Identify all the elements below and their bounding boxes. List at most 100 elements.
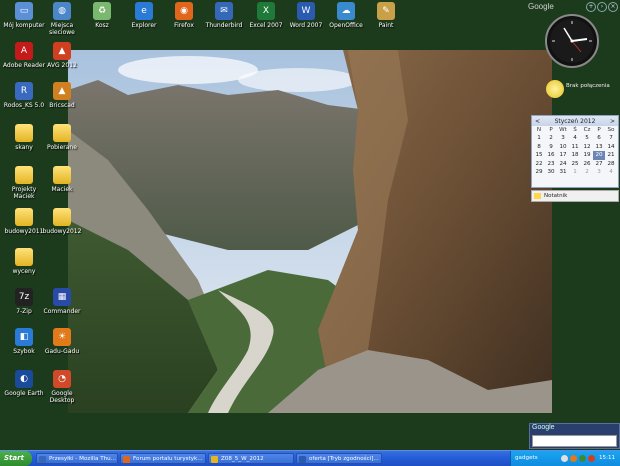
tray-gadu-icon[interactable] <box>570 455 577 462</box>
calendar-day[interactable]: 8 <box>533 143 545 151</box>
word-icon: W <box>297 2 315 20</box>
calendar-day[interactable]: 19 <box>581 151 593 159</box>
notes-label: Notatnik <box>544 193 568 199</box>
calendar-day[interactable]: 11 <box>569 143 581 151</box>
calendar-day[interactable]: 1 <box>569 168 581 176</box>
calendar-day[interactable]: 3 <box>557 134 569 142</box>
calendar-day[interactable]: 6 <box>593 134 605 142</box>
taskbar-window-button[interactable]: Forum portalu turystyk... <box>120 453 206 464</box>
desktop-icon-kosz[interactable]: ♻ Kosz <box>80 2 124 40</box>
calendar-day[interactable]: 20 <box>593 151 605 160</box>
desktop-icon-openoffice[interactable]: ☁ OpenOffice <box>324 2 368 40</box>
calendar-day[interactable]: 7 <box>605 134 617 142</box>
calendar-day[interactable]: 18 <box>569 151 581 159</box>
taskbar-window-label: Z08_5_W_2012 <box>221 456 264 462</box>
calendar-day[interactable]: 31 <box>557 168 569 176</box>
folder-icon <box>15 124 33 142</box>
desktop-icon-gadu-gadu[interactable]: ☀ Gadu-Gadu <box>40 328 84 366</box>
sidebar-nav-icon[interactable]: › <box>597 2 607 12</box>
taskbar-window-button[interactable]: Z08_5_W_2012 <box>208 453 294 464</box>
calendar-day[interactable]: 9 <box>545 143 557 151</box>
calendar-next-button[interactable]: > <box>610 118 615 125</box>
folder-icon <box>15 166 33 184</box>
kosz-icon: ♻ <box>93 2 111 20</box>
calendar-day[interactable]: 26 <box>581 160 593 168</box>
taskbar-window-button[interactable]: Przesyłki - Mozilla Thu... <box>36 453 118 464</box>
start-button[interactable]: Start <box>0 451 32 466</box>
desktop-icon-word[interactable]: W Word 2007 <box>284 2 328 40</box>
desktop-icon-excel[interactable]: X Excel 2007 <box>244 2 288 40</box>
desktop-icon-paint[interactable]: ✎ Paint <box>364 2 408 40</box>
openoffice-icon: ☁ <box>337 2 355 20</box>
google-desktop-icon: ◔ <box>53 370 71 388</box>
calendar-day[interactable]: 22 <box>533 160 545 168</box>
calendar-day[interactable]: 14 <box>605 143 617 151</box>
calendar-day[interactable]: 1 <box>533 134 545 142</box>
desktop-icon-bricscad[interactable]: ▲ Bricscad <box>40 82 84 120</box>
taskbar-window-button[interactable]: oferta [Tryb zgodności]... <box>296 453 382 464</box>
calendar-month-title: Styczeń 2012 <box>554 117 596 125</box>
calendar-day-name: So <box>607 127 615 133</box>
calendar-prev-button[interactable]: < <box>535 118 540 125</box>
desktop-icon-label: Maciek <box>51 186 73 193</box>
avg-icon: ▲ <box>53 42 71 60</box>
folder-icon <box>53 124 71 142</box>
desktop-icon-budowy2012[interactable]: budowy2012 <box>40 208 84 246</box>
calendar-day[interactable]: 12 <box>581 143 593 151</box>
calendar-day[interactable]: 23 <box>545 160 557 168</box>
calendar-day[interactable]: 3 <box>593 168 605 176</box>
desktop-icon-pobierane[interactable]: Pobierane <box>40 124 84 162</box>
sidebar-add-icon[interactable]: + <box>586 2 596 12</box>
calendar-day[interactable]: 4 <box>569 134 581 142</box>
sun-icon <box>546 80 564 98</box>
desktop-icon-maciek[interactable]: Maciek <box>40 166 84 204</box>
desktop-icon-wycena[interactable]: wyceny <box>2 248 46 286</box>
calendar-day[interactable]: 27 <box>593 160 605 168</box>
weather-gadget[interactable]: Brak połączenia <box>546 78 620 98</box>
calendar-day[interactable]: 5 <box>581 134 593 142</box>
desktop-icon-miejsca-sieciowe[interactable]: ◍ Miejsca sieciowe <box>40 2 84 40</box>
tray-gadgets-label[interactable]: gadgets <box>515 451 538 466</box>
taskbar-window-label: Forum portalu turystyk... <box>133 456 203 462</box>
calendar-day[interactable]: 25 <box>569 160 581 168</box>
calendar-day[interactable]: 2 <box>581 168 593 176</box>
calendar-day[interactable]: 15 <box>533 151 545 159</box>
tray-icon[interactable] <box>561 455 568 462</box>
calendar-day[interactable]: 24 <box>557 160 569 168</box>
desktop-icon-explorer[interactable]: e Explorer <box>122 2 166 40</box>
clock-gadget[interactable] <box>545 14 599 68</box>
tray-clock[interactable]: 15:11 <box>599 451 615 466</box>
calendar-day[interactable]: 21 <box>605 151 617 159</box>
calendar-day[interactable]: 30 <box>545 168 557 176</box>
desktop-icon-google-desktop[interactable]: ◔ Google Desktop <box>40 370 84 408</box>
desktop-icon-commander[interactable]: ▦ Commander <box>40 288 84 326</box>
calendar-day[interactable]: 16 <box>545 151 557 159</box>
calendar-day[interactable]: 13 <box>593 143 605 151</box>
calendar-gadget[interactable]: < Styczeń 2012 > N P Wt Ś Cz P So 1 2 3 4 5 6 7 8 9 10 11… <box>531 115 619 188</box>
calendar-day[interactable]: 29 <box>533 168 545 176</box>
desktop-icon-thunderbird[interactable]: ✉ Thunderbird <box>202 2 246 40</box>
calendar-header: < Styczeń 2012 > <box>532 116 618 126</box>
desktop-icon-label: Thunderbird <box>205 22 243 29</box>
calendar-day[interactable]: 4 <box>605 168 617 176</box>
desktop-icon-label: Explorer <box>131 22 157 29</box>
calendar-day[interactable]: 28 <box>605 160 617 168</box>
notes-gadget[interactable]: Notatnik <box>531 190 619 202</box>
folder-icon <box>53 166 71 184</box>
window-app-icon <box>123 456 130 463</box>
desktop-icon-label: Miejsca sieciowe <box>49 22 75 36</box>
desktop-icon-firefox[interactable]: ◉ Firefox <box>162 2 206 40</box>
desktop-icon-avg[interactable]: ▲ AVG 2012 <box>40 42 84 80</box>
calendar-day[interactable]: 2 <box>545 134 557 142</box>
sidebar-close-icon[interactable]: × <box>608 2 618 12</box>
calendar-day-name: P <box>597 127 601 133</box>
taskbar-window-label: Przesyłki - Mozilla Thu... <box>49 456 117 462</box>
system-tray: gadgets 15:11 <box>510 451 620 466</box>
calendar-day[interactable]: 10 <box>557 143 569 151</box>
google-search-input[interactable] <box>532 435 617 447</box>
calendar-day[interactable]: 17 <box>557 151 569 159</box>
google-search-logo: Google <box>532 424 555 431</box>
tray-avg-icon[interactable] <box>588 455 595 462</box>
paint-icon: ✎ <box>377 2 395 20</box>
tray-network-icon[interactable] <box>579 455 586 462</box>
